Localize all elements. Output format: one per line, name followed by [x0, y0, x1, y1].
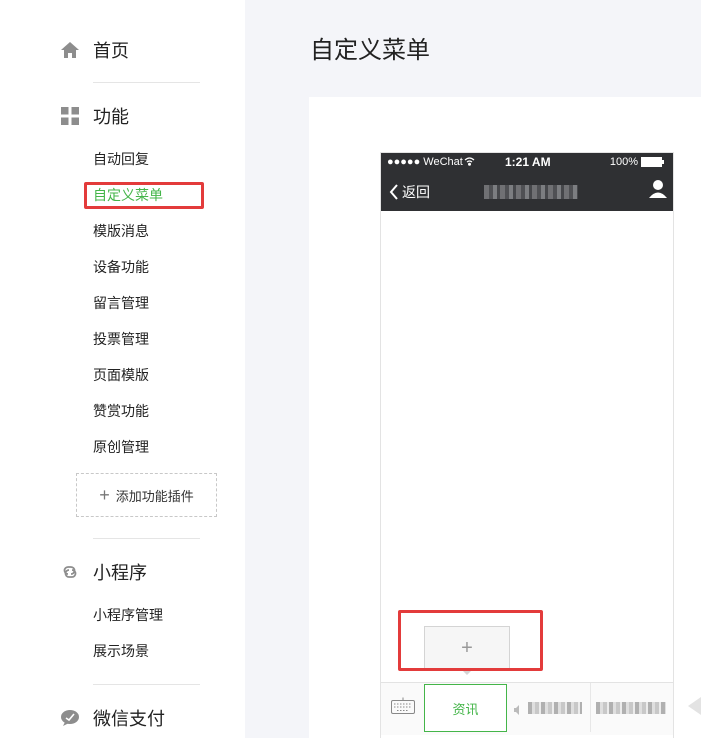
nav-home[interactable]: 首页 [60, 38, 129, 62]
home-icon [60, 40, 80, 60]
speaker-icon [514, 702, 520, 720]
divider [93, 684, 200, 685]
back-label: 返回 [402, 184, 430, 200]
sidebar-item-comments[interactable]: 留言管理 [93, 294, 149, 312]
divider [93, 538, 200, 539]
nav-features-label: 功能 [93, 107, 129, 127]
menu-separator [590, 683, 591, 732]
sidebar-item-template-message[interactable]: 模版消息 [93, 222, 149, 240]
page-title: 自定义菜单 [310, 37, 430, 64]
sidebar-item-original[interactable]: 原创管理 [93, 438, 149, 456]
phone-menu-bar: 资讯 [381, 682, 673, 735]
sidebar-item-reward[interactable]: 赞赏功能 [93, 402, 149, 420]
carrier-label: ●●●●● WeChat [387, 156, 463, 168]
wifi-icon [464, 156, 475, 169]
nav-wechat-pay[interactable]: 微信支付 [60, 706, 165, 730]
plus-icon: + [99, 484, 110, 505]
battery-icon [641, 157, 664, 167]
clock-label: 1:21 AM [505, 155, 551, 169]
highlight-box-sidebar [84, 182, 204, 209]
phone-status-bar: ●●●●● WeChat 1:21 AM 100% [381, 153, 673, 171]
add-plugin-label: 添加功能插件 [115, 488, 194, 504]
grid-icon [60, 106, 80, 126]
nav-wechat-pay-label: 微信支付 [93, 709, 165, 729]
chevron-left-icon [389, 184, 398, 200]
nav-mini-program[interactable]: 小程序 [60, 560, 147, 584]
keyboard-icon[interactable] [391, 697, 415, 720]
menu-item-news-label: 资讯 [452, 701, 479, 717]
edit-panel-pointer [688, 697, 701, 715]
add-plugin-button[interactable]: + 添加功能插件 [76, 473, 217, 517]
sidebar-item-auto-reply[interactable]: 自动回复 [93, 150, 149, 168]
account-name-blurred [484, 185, 578, 199]
link-icon [60, 562, 80, 582]
nav-mini-program-label: 小程序 [93, 563, 147, 583]
battery-indicator: 100% [610, 156, 665, 168]
battery-label: 100% [609, 156, 638, 168]
sidebar-item-voting[interactable]: 投票管理 [93, 330, 149, 348]
back-button[interactable]: 返回 [389, 182, 430, 202]
sidebar-item-mini-program-manage[interactable]: 小程序管理 [93, 606, 163, 624]
highlight-box-menu [398, 610, 543, 671]
nav-home-label: 首页 [93, 41, 129, 61]
chat-bubble-icon [60, 708, 80, 728]
nav-features[interactable]: 功能 [60, 104, 129, 128]
divider [93, 82, 200, 83]
user-icon[interactable] [649, 179, 667, 204]
menu-item-news[interactable]: 资讯 [424, 684, 507, 732]
menu-item-blurred[interactable] [596, 702, 666, 714]
sidebar-item-page-template[interactable]: 页面模版 [93, 366, 149, 384]
menu-item-blurred[interactable] [528, 702, 582, 714]
sidebar-item-device[interactable]: 设备功能 [93, 258, 149, 276]
sidebar-item-display-scene[interactable]: 展示场景 [93, 642, 149, 660]
phone-nav-bar: 返回 [381, 171, 673, 211]
sidebar: 首页 功能 自动回复 自定义菜单 模版消息 设备功能 留言管理 投票管理 页面模… [0, 0, 245, 738]
